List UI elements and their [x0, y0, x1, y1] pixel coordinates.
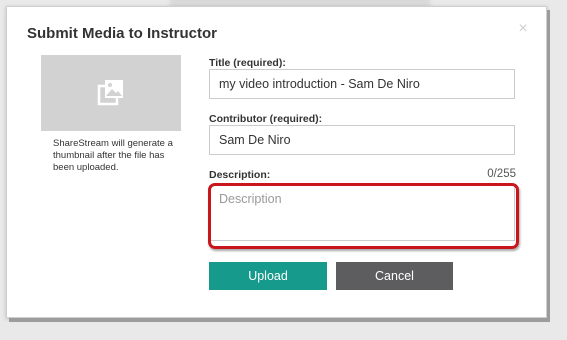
contributor-input[interactable] — [209, 125, 515, 155]
description-input[interactable] — [209, 185, 515, 241]
description-char-counter: 0/255 — [487, 168, 516, 180]
title-label: Title (required): — [209, 57, 286, 69]
submit-media-dialog: Submit Media to Instructor × ShareStream… — [6, 6, 547, 318]
contributor-label: Contributor (required): — [209, 113, 323, 125]
image-placeholder-icon — [97, 80, 123, 106]
thumbnail-note: ShareStream will generate a thumbnail af… — [53, 138, 173, 173]
cancel-button[interactable]: Cancel — [336, 262, 453, 290]
thumbnail-placeholder — [41, 55, 181, 131]
description-label: Description: — [209, 169, 271, 181]
close-icon[interactable]: × — [516, 21, 530, 37]
title-input[interactable] — [209, 69, 515, 99]
dialog-title: Submit Media to Instructor — [27, 25, 218, 42]
upload-button[interactable]: Upload — [209, 262, 327, 290]
